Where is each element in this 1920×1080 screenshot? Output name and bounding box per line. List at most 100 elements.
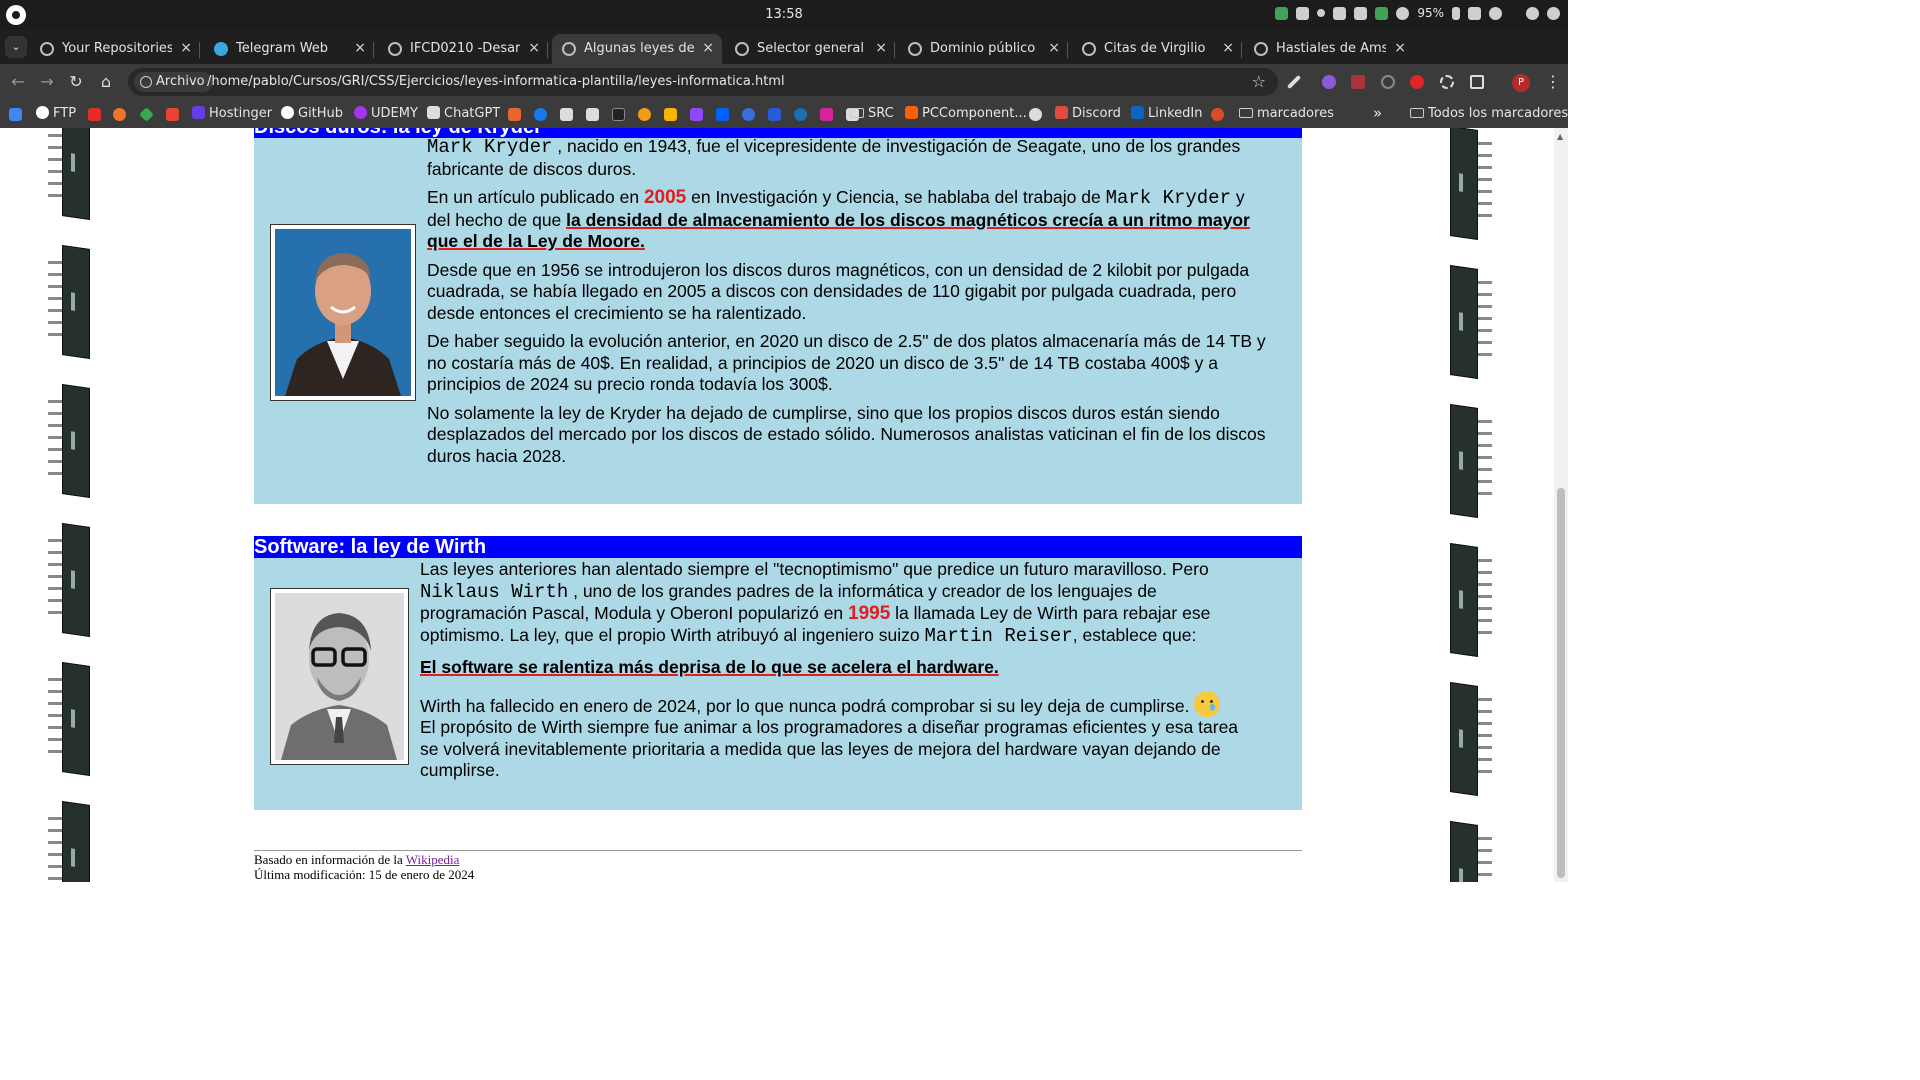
m-site-icon[interactable]: [508, 108, 521, 121]
yellow-site-icon[interactable]: [664, 108, 677, 121]
bookmark-chatgpt[interactable]: ChatGPT: [427, 106, 500, 121]
tab-close-icon[interactable]: ×: [1222, 40, 1234, 56]
battery-icon[interactable]: [1452, 6, 1460, 20]
bookmark-discord[interactable]: Discord: [1055, 106, 1121, 121]
url-text[interactable]: /home/pablo/Cursos/GRI/CSS/Ejercicios/le…: [207, 74, 785, 89]
browser-menu-icon[interactable]: ⋮: [1545, 72, 1561, 91]
tab-close-icon[interactable]: ×: [528, 40, 540, 56]
bookmark-pccomponentes[interactable]: PCComponent...: [905, 106, 1027, 121]
system-tray: 95%: [1275, 6, 1560, 20]
tab-close-icon[interactable]: ×: [1394, 40, 1406, 56]
crying-face-emoji-icon: [1194, 690, 1221, 717]
wifi-icon[interactable]: [1396, 6, 1410, 20]
bluetooth-icon[interactable]: [1489, 6, 1502, 20]
files-icon[interactable]: [1354, 6, 1368, 20]
globe-favicon-icon: [562, 42, 576, 56]
chip-decoration: [1436, 265, 1492, 379]
tab-close-icon[interactable]: ×: [180, 40, 192, 56]
vpn-shield-icon[interactable]: [1275, 6, 1289, 20]
user-menu-icon[interactable]: [1547, 6, 1560, 20]
red-site-icon[interactable]: [1211, 108, 1224, 121]
dropbox-icon[interactable]: [716, 108, 729, 121]
info-site-icon[interactable]: [638, 108, 651, 121]
info-icon: [140, 76, 152, 88]
reload-icon[interactable]: ↻: [66, 72, 86, 92]
page-viewport[interactable]: Discos duros: la ley de Kryder Mark Kryd…: [0, 128, 1568, 882]
puzzle-extensions-icon[interactable]: [1470, 75, 1484, 89]
record-icon[interactable]: [1317, 9, 1326, 17]
apps-grid-icon[interactable]: [9, 108, 22, 121]
tab-your-repositories[interactable]: Your Repositories ×: [30, 34, 200, 64]
tab-algunas-leyes[interactable]: Algunas leyes de la informática ×: [552, 34, 722, 64]
address-bar[interactable]: Archivo /home/pablo/Cursos/GRI/CSS/Ejerc…: [128, 68, 1278, 96]
wirth-section-title: Software: la ley de Wirth: [254, 536, 1302, 558]
tab-hastiales-amsterdam[interactable]: Hastiales de Amsterdam ×: [1244, 34, 1414, 64]
pen-extension-icon[interactable]: [1286, 74, 1302, 90]
gear-extension-icon[interactable]: [1440, 75, 1454, 89]
tab-dominio-publico[interactable]: Dominio público en ×: [898, 34, 1068, 64]
youtube-icon[interactable]: [88, 108, 101, 121]
discord-icon: [1055, 106, 1068, 119]
bookmark-folder-marcadores[interactable]: marcadores: [1239, 106, 1334, 121]
bookmark-folder-todos[interactable]: Todos los marcadores: [1410, 106, 1568, 121]
instagram-icon[interactable]: [820, 108, 833, 121]
tab-close-icon[interactable]: ×: [354, 40, 366, 56]
chip-decoration: [48, 523, 104, 637]
bookmark-star-icon[interactable]: ☆: [1252, 72, 1266, 91]
bookmark-folder-src[interactable]: SRC: [850, 106, 894, 121]
kryder-text: Mark Kryder , nacido en 1943, fue el vic…: [427, 136, 1267, 474]
drive-icon[interactable]: [139, 107, 154, 122]
blue-u-icon[interactable]: [768, 108, 781, 121]
kryder-photo-image: [275, 229, 411, 396]
globe-favicon-icon: [1254, 42, 1268, 56]
bookmarks-overflow-chevron[interactable]: »: [1373, 104, 1382, 122]
red-extension-icon[interactable]: [1351, 75, 1365, 89]
screen-icon[interactable]: [1296, 6, 1310, 20]
forward-arrow-icon[interactable]: →: [37, 72, 57, 92]
tab-close-icon[interactable]: ×: [1048, 40, 1060, 56]
globe-icon: [36, 106, 49, 119]
globe-site-icon[interactable]: [1029, 108, 1042, 121]
power-icon[interactable]: [1526, 6, 1539, 20]
adt-icon[interactable]: [612, 108, 625, 121]
tab-ifcd0210[interactable]: IFCD0210 -Desarrollo ×: [378, 34, 548, 64]
x-twitter-icon[interactable]: [586, 108, 599, 121]
notification-bell-icon[interactable]: [1375, 6, 1389, 20]
scrollbar-thumb[interactable]: [1557, 488, 1565, 878]
twitch-icon[interactable]: [690, 108, 703, 121]
bookmark-udemy[interactable]: UDEMY: [354, 106, 418, 121]
wordpress-icon[interactable]: [742, 108, 755, 121]
bookmark-ftp[interactable]: FTP: [36, 106, 76, 121]
bookmark-hostinger[interactable]: Hostinger: [192, 106, 272, 121]
hostinger-icon: [192, 106, 205, 119]
site-info-chip[interactable]: Archivo: [134, 72, 213, 92]
tab-telegram-web[interactable]: Telegram Web ×: [204, 34, 374, 64]
volume-icon[interactable]: [1468, 6, 1481, 20]
tab-citas-virgilio[interactable]: Citas de Virgilio ×: [1072, 34, 1242, 64]
chip-decoration: [48, 384, 104, 498]
tab-search-chevron-icon[interactable]: ⌄: [5, 36, 27, 58]
hand-extension-icon[interactable]: [1410, 75, 1424, 89]
battery-level[interactable]: 95%: [1417, 6, 1444, 20]
wikipedia-link[interactable]: Wikipedia: [406, 852, 460, 867]
square-site-icon[interactable]: [560, 108, 573, 121]
scroll-up-arrow-icon[interactable]: ▲: [1557, 132, 1563, 141]
orange-site-icon[interactable]: [113, 108, 126, 121]
compass-extension-icon[interactable]: [1381, 75, 1395, 89]
home-icon[interactable]: ⌂: [96, 72, 116, 92]
facebook-icon[interactable]: [534, 108, 547, 121]
gmail-icon[interactable]: [166, 108, 179, 121]
bookmark-linkedin[interactable]: LinkedIn: [1131, 106, 1202, 121]
page-scrollbar[interactable]: ▲: [1554, 128, 1568, 882]
clipboard-icon[interactable]: [1333, 6, 1347, 20]
steam-icon[interactable]: [794, 108, 807, 121]
kryder-paragraph-5: No solamente la ley de Kryder ha dejado …: [427, 402, 1266, 466]
tab-selector-general[interactable]: Selector general de ×: [725, 34, 895, 64]
purple-extension-icon[interactable]: [1322, 75, 1336, 89]
bookmark-github[interactable]: GitHub: [281, 106, 343, 121]
tab-close-icon[interactable]: ×: [702, 40, 714, 56]
chip-decoration: [48, 245, 104, 359]
back-arrow-icon[interactable]: ←: [8, 72, 28, 92]
profile-avatar[interactable]: P: [1512, 74, 1530, 92]
tab-close-icon[interactable]: ×: [875, 40, 887, 56]
